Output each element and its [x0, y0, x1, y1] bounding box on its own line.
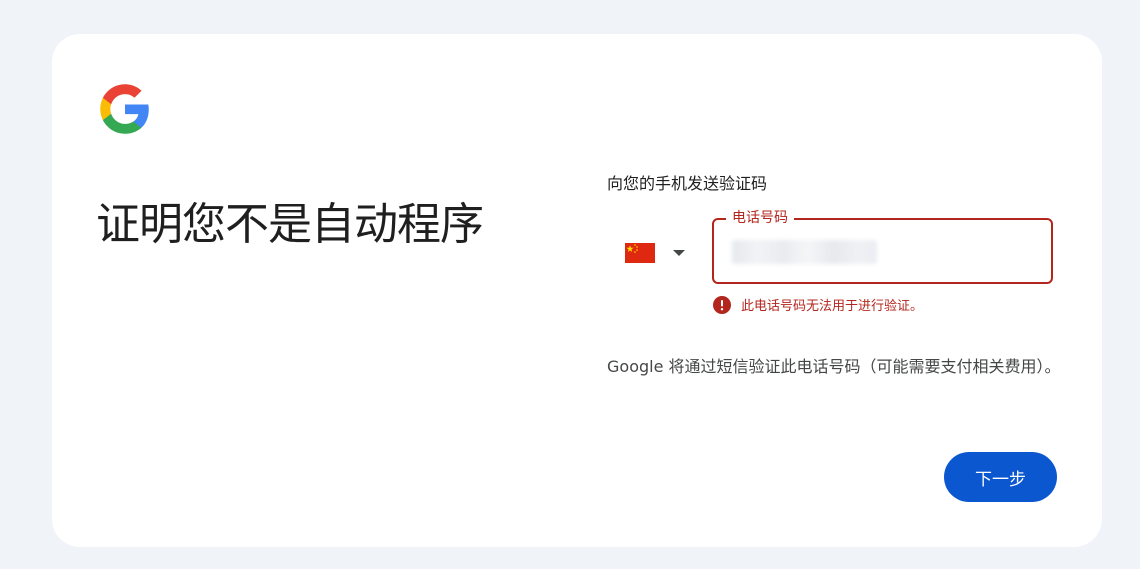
verification-form: 向您的手机发送验证码 电话号码 此电话号码无法用于进行验证。 Google 将通… — [607, 34, 1062, 547]
instruction-text: 向您的手机发送验证码 — [607, 174, 768, 193]
error-text: 此电话号码无法用于进行验证。 — [741, 299, 924, 314]
google-g-logo — [100, 84, 149, 134]
signin-card: 证明您不是自动程序 向您的手机发送验证码 电话号码 此电话号码无法用于进行验证。… — [52, 34, 1102, 547]
next-button[interactable]: 下一步 — [944, 452, 1057, 502]
sms-notice: Google 将通过短信验证此电话号码（可能需要支付相关费用）。 — [607, 357, 1061, 376]
china-flag-icon — [625, 243, 655, 263]
page-title: 证明您不是自动程序 — [96, 199, 484, 251]
phone-number-value-obscured[interactable] — [732, 240, 877, 264]
chevron-down-icon — [673, 250, 685, 256]
error-message: 此电话号码无法用于进行验证。 — [713, 295, 923, 314]
phone-number-field[interactable]: 电话号码 — [712, 209, 1053, 284]
phone-number-label: 电话号码 — [726, 209, 794, 227]
error-icon — [713, 295, 731, 314]
country-selector[interactable] — [625, 233, 695, 273]
